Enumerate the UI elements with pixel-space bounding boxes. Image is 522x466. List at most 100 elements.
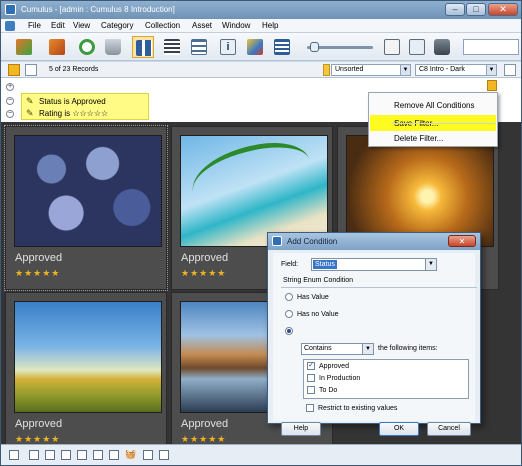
condition-status-text: Status is Approved [39,97,106,106]
asset-rating: ★★★★★ [15,434,61,444]
item-to-do[interactable]: To Do [307,386,337,394]
radio-label: Has Value [297,293,329,301]
ok-button[interactable]: OK [379,422,419,436]
report-icon [274,39,290,55]
title-bar: Cumulus - [admin : Cumulus 8 Introductio… [1,1,521,19]
find-icon[interactable] [25,64,37,76]
record-icon[interactable] [9,450,19,460]
checkbox-checked[interactable]: ✓ [307,362,315,370]
radio-button-selected[interactable] [285,327,293,335]
details-view-button[interactable] [188,36,210,58]
menu-collection[interactable]: Collection [145,21,180,30]
export-button[interactable] [46,36,68,58]
chevron-down-icon: ▼ [486,65,496,75]
close-filter-icon[interactable] [504,64,516,76]
record-icon[interactable] [143,450,153,460]
basket-icon[interactable]: 🧺 [125,450,136,460]
filter-icon[interactable] [8,64,20,76]
pencil-icon: ✎ [26,96,34,106]
info-icon: i [220,39,236,55]
minimize-button[interactable]: – [445,3,465,16]
item-in-production[interactable]: In Production [307,374,360,382]
radio-has-value[interactable]: Has Value [285,293,329,301]
section-label: String Enum Condition [283,277,354,284]
camera-icon [434,39,450,55]
record-icon[interactable] [93,450,103,460]
radio-button[interactable] [285,293,293,301]
filter-options-icon[interactable] [487,80,497,91]
radio-has-no-value[interactable]: Has no Value [285,310,339,318]
record-icon[interactable] [61,450,71,460]
menu-item-delete-filter[interactable]: Delete Filter... [370,130,496,146]
refresh-button[interactable] [76,36,98,58]
radio-button[interactable] [285,310,293,318]
asset-cell[interactable]: Approved ★★★★★ [4,125,168,291]
open-collection-button[interactable] [13,36,35,58]
radio-contains[interactable] [285,327,297,335]
chevron-down-icon: ▼ [362,344,373,354]
menu-asset[interactable]: Asset [192,21,212,30]
view-set-dropdown[interactable]: C8 Intro - Dark ▼ [415,64,497,76]
item-approved[interactable]: ✓ Approved [307,362,349,370]
list-view-icon [164,39,180,55]
condition-rating[interactable]: ✎ Rating is ☆☆☆☆☆ [26,109,109,119]
menu-item-remove-all-conditions[interactable]: Remove All Conditions [370,97,496,113]
help-button[interactable]: Help [281,422,321,436]
remove-condition-icon[interactable]: − [6,110,14,118]
dialog-close-button[interactable]: ✕ [448,235,476,247]
record-icon[interactable] [109,450,119,460]
record-icon[interactable] [77,450,87,460]
menu-window[interactable]: Window [222,21,250,30]
checkbox[interactable] [307,374,315,382]
item-label: To Do [319,386,338,394]
status-bar: 🧺 [1,444,521,465]
thumbnail-view-button[interactable] [132,36,154,58]
preview-window-button[interactable] [406,36,428,58]
quick-search-input[interactable] [463,39,519,55]
menu-file[interactable]: File [28,21,41,30]
field-select[interactable]: Status ▼ [311,258,437,271]
asset-cell[interactable]: Approved ★★★★★ [5,292,167,444]
cancel-button[interactable]: Cancel [427,422,471,436]
report-button[interactable] [271,36,293,58]
close-window-button[interactable]: ✕ [488,3,518,16]
restrict-option[interactable]: Restrict to existing values [306,404,397,412]
field-value: Status [313,260,337,269]
camera-button[interactable] [431,36,453,58]
dialog-title: Add Condition [287,237,338,246]
refresh-icon [79,39,95,55]
export-icon [49,39,65,55]
properties-icon [384,39,400,55]
maximize-button[interactable]: □ [466,3,486,16]
asset-thumbnail [14,135,162,247]
contains-select[interactable]: Contains ▼ [301,343,374,355]
preview-button[interactable] [244,36,266,58]
info-button[interactable]: i [217,36,239,58]
zoom-slider-thumb[interactable] [310,42,319,52]
menu-category[interactable]: Category [101,21,133,30]
record-icon[interactable] [159,450,169,460]
condition-status[interactable]: ✎ Status is Approved [26,96,106,107]
record-icon[interactable] [29,450,39,460]
add-condition-icon[interactable]: + [6,83,14,91]
list-view-button[interactable] [161,36,183,58]
properties-button[interactable] [381,36,403,58]
collection-icon[interactable] [5,21,15,31]
asset-status: Approved [15,418,63,430]
chevron-down-icon: ▼ [400,65,410,75]
sort-dropdown[interactable]: Unsorted ▼ [331,64,411,76]
record-icon[interactable] [45,450,55,460]
trash-button[interactable] [102,36,124,58]
menu-help[interactable]: Help [262,21,278,30]
window-title: Cumulus - [admin : Cumulus 8 Introductio… [21,5,175,14]
checkbox[interactable] [306,404,314,412]
condition-rating-text: Rating is ☆☆☆☆☆ [39,109,109,118]
asset-thumbnail [14,301,162,413]
remove-condition-icon[interactable]: − [6,97,14,105]
contains-value: Contains [304,345,332,352]
sort-label: Unsorted [335,66,364,73]
menu-edit[interactable]: Edit [51,21,65,30]
view-set-label: C8 Intro - Dark [419,66,465,73]
menu-view[interactable]: View [73,21,90,30]
checkbox[interactable] [307,386,315,394]
